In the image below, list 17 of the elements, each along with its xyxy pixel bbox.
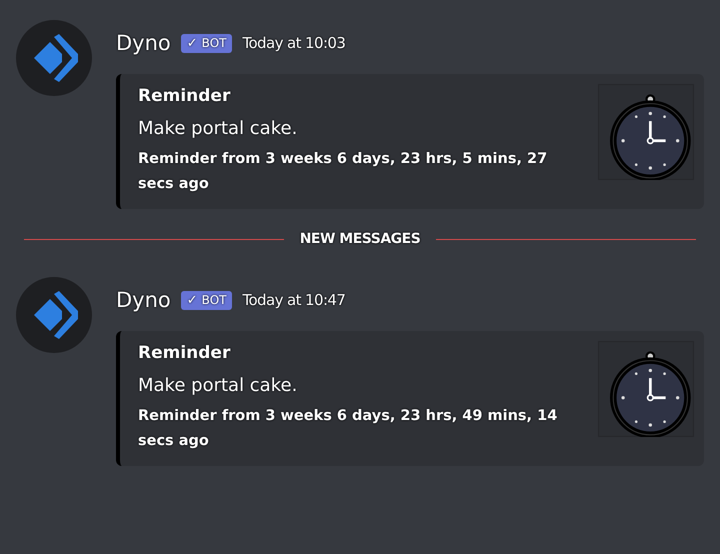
embed-footer: Reminder from 3 weeks 6 days, 23 hrs, 5 mins, 27 secs ago <box>138 147 578 197</box>
bot-tag: ✓ BOT <box>180 290 232 310</box>
author-name[interactable]: Dyno <box>116 31 171 55</box>
embed-title: Reminder <box>138 343 232 363</box>
embed-footer: Reminder from 3 weeks 6 days, 23 hrs, 49 mins, 14 secs ago <box>138 404 578 454</box>
embed-description: Make portal cake. <box>138 375 298 396</box>
embed-description: Make portal cake. <box>138 118 298 139</box>
stopwatch-icon <box>598 84 694 180</box>
bot-tag: ✓ BOT <box>180 34 232 52</box>
avatar-icon[interactable] <box>16 277 92 353</box>
stopwatch-icon <box>598 341 694 437</box>
new-messages-label: NEW MESSAGES <box>298 231 422 247</box>
author-name[interactable]: Dyno <box>116 288 171 312</box>
timestamp: Today at 10:03 <box>242 34 346 52</box>
embed-title: Reminder <box>138 86 232 106</box>
timestamp: Today at 10:47 <box>242 291 346 309</box>
avatar-icon[interactable] <box>16 20 92 96</box>
